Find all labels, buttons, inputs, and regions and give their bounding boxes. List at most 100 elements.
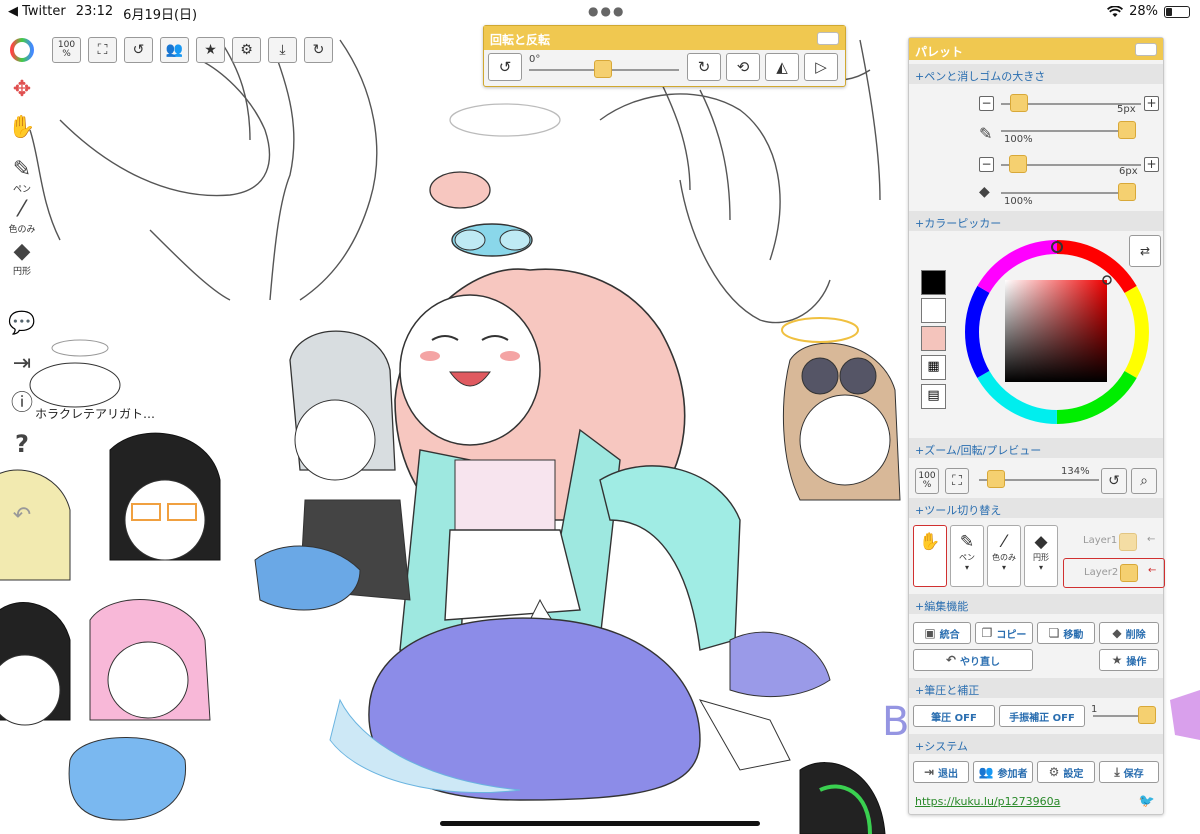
home-indicator[interactable] <box>440 821 760 826</box>
pen-size-plus-button[interactable]: + <box>1144 96 1159 111</box>
move-icon: ✥ <box>12 77 32 102</box>
stabilizer-knob[interactable] <box>1138 706 1156 724</box>
character-main <box>329 103 831 801</box>
system-section-header[interactable]: +システム <box>909 734 1163 754</box>
pen-tool[interactable]: ✎ ペン <box>6 158 38 196</box>
character-brown <box>781 317 901 501</box>
swatch-current[interactable] <box>921 326 946 351</box>
redo-button[interactable]: ↻ <box>304 37 333 63</box>
tool-switch-eraser[interactable]: ◆ 円形 ▾ <box>1024 525 1058 587</box>
angle-slider-knob[interactable] <box>593 60 612 78</box>
move-layer-icon: ❏ <box>1048 626 1060 640</box>
chat-button[interactable]: 💬 <box>6 312 38 336</box>
merge-button[interactable]: ▣ 統合 <box>913 622 971 644</box>
edit-redo-button[interactable]: ↶ やり直し <box>913 649 1033 671</box>
pen-opacity-knob[interactable] <box>1118 121 1136 139</box>
palette-panel: パレット +ペンと消しゴムの大きさ − + 5px ✎ 100% − + 6px… <box>908 37 1165 815</box>
eraser-size-plus-button[interactable]: + <box>1144 157 1159 172</box>
palette-rotate-reset-button[interactable]: ↺ <box>1101 468 1127 494</box>
undo-button[interactable]: ↶ <box>6 504 38 528</box>
edit-section-header[interactable]: +編集機能 <box>909 594 1163 614</box>
info-button[interactable]: ⓘ <box>6 392 38 416</box>
layer-2-select-icon: ← <box>1148 565 1157 576</box>
reset-rotation-icon: ↺ <box>498 58 512 76</box>
pressure-section-header[interactable]: +筆圧と補正 <box>909 678 1163 698</box>
tool-switch-hand[interactable]: ✋ <box>913 525 947 587</box>
eraser-opacity-slider[interactable] <box>1001 192 1131 194</box>
system-settings-label: 設定 <box>1063 768 1084 780</box>
zoom-100-button[interactable]: 100 % <box>52 37 81 63</box>
dark-shape <box>799 762 886 834</box>
rotate-window-close-button[interactable] <box>817 32 839 45</box>
operate-button[interactable]: ★ 操作 <box>1099 649 1159 671</box>
preview-button[interactable]: ⌕ <box>1131 468 1157 494</box>
pressure-toggle-button[interactable]: 筆圧 OFF <box>913 705 995 727</box>
participants-button[interactable]: 👥 <box>160 37 189 63</box>
stabilizer-toggle-button[interactable]: 手振補正 OFF <box>999 705 1085 727</box>
delete-button[interactable]: ◆ 削除 <box>1099 622 1159 644</box>
palette-fit-button[interactable]: ⛶ <box>945 468 969 494</box>
exit-room-button[interactable]: ⇥ 退出 <box>913 761 969 783</box>
eraser-size-knob[interactable] <box>1009 155 1027 173</box>
flip-horizontal-icon: ◭ <box>776 58 788 76</box>
eyedropper-tool-label: 色のみ <box>8 225 36 235</box>
save-button[interactable]: ⤓ 保存 <box>1099 761 1159 783</box>
layer-2-knob[interactable] <box>1120 564 1138 582</box>
swatch-foreground[interactable] <box>921 270 946 295</box>
hand-tool[interactable]: ✋ <box>6 116 38 140</box>
flip-vertical-button[interactable]: ▷ <box>804 53 838 81</box>
back-to-app-link[interactable]: ◀ Twitter <box>8 4 66 23</box>
pen-opacity-slider[interactable] <box>1001 130 1131 132</box>
add-swatch-icon: ▦ <box>927 359 940 374</box>
zoom-slider-knob[interactable] <box>987 470 1006 488</box>
eraser-opacity-knob[interactable] <box>1118 183 1136 201</box>
tool-switch-pen[interactable]: ✎ ペン ▾ <box>950 525 984 587</box>
participants-list-button[interactable]: 👥 参加者 <box>973 761 1033 783</box>
color-mode-button[interactable]: ⇄ <box>1129 235 1161 267</box>
rotate-lock-button[interactable]: ⟲ <box>726 53 760 81</box>
pen-size-minus-button[interactable]: − <box>979 96 994 111</box>
fit-screen-button[interactable]: ⛶ <box>88 37 117 63</box>
favorite-button[interactable]: ★ <box>196 37 225 63</box>
eraser-size-minus-button[interactable]: − <box>979 157 994 172</box>
eyedropper-icon: ⁄ <box>20 197 24 222</box>
redo-icon: ↻ <box>312 42 325 58</box>
rotate-flip-window: 回転と反転 ↺ 0° ↻ ⟲ ◭ ▷ <box>483 25 846 87</box>
eyedropper-tool[interactable]: ⁄ 色のみ <box>6 197 38 236</box>
download-button[interactable]: ⤓ <box>268 37 297 63</box>
reset-rotation-button[interactable]: ↺ <box>488 53 522 81</box>
eraser-tool[interactable]: ◆ 円形 <box>6 240 38 278</box>
rotate-button[interactable]: ↺ <box>124 37 153 63</box>
move-button[interactable]: ❏ 移動 <box>1037 622 1095 644</box>
pen-size-knob[interactable] <box>1010 94 1028 112</box>
color-picker-section-header[interactable]: +カラーピッカー <box>909 211 1163 231</box>
palette-swatch-button[interactable]: ▤ <box>921 384 946 409</box>
help-button[interactable]: ? <box>6 432 38 456</box>
battery-percent: 28% <box>1129 4 1158 19</box>
stabilizer-slider[interactable] <box>1093 715 1143 717</box>
multitask-dots-icon[interactable]: ●●● <box>588 4 625 18</box>
settings-button[interactable]: ⚙ <box>232 37 261 63</box>
zoom-section-header[interactable]: +ズーム/回転/プレビュー <box>909 438 1163 458</box>
tool-switch-eyedropper[interactable]: ⁄ 色のみ ▾ <box>987 525 1021 587</box>
flip-horizontal-button[interactable]: ◭ <box>765 53 799 81</box>
rotate-right-button[interactable]: ↻ <box>687 53 721 81</box>
tool-switch-section-header[interactable]: +ツール切り替え <box>909 498 1163 518</box>
delete-label: 削除 <box>1125 629 1146 641</box>
exit-button[interactable]: ⇥ <box>6 352 38 376</box>
palette-close-button[interactable] <box>1135 43 1157 56</box>
layer-1-knob[interactable] <box>1119 533 1137 551</box>
system-settings-button[interactable]: ⚙ 設定 <box>1037 761 1095 783</box>
color-wheel-button[interactable] <box>6 38 38 65</box>
move-tool[interactable]: ✥ <box>6 78 38 102</box>
twitter-share-icon[interactable]: 🐦 <box>1139 794 1155 809</box>
room-url-link[interactable]: https://kuku.lu/p1273960a <box>915 795 1060 808</box>
palette-zoom-100-button[interactable]: 100 % <box>915 468 939 494</box>
copy-button[interactable]: ❐ コピー <box>975 622 1033 644</box>
palette-rotate-icon: ↺ <box>1108 473 1120 489</box>
layer-2-row[interactable]: Layer2 ← <box>1063 558 1165 588</box>
add-swatch-button[interactable]: ▦ <box>921 355 946 380</box>
swatch-background[interactable] <box>921 298 946 323</box>
layer-1-row[interactable]: Layer1 ← <box>1063 527 1165 557</box>
pen-size-section-header[interactable]: +ペンと消しゴムの大きさ <box>909 64 1163 84</box>
